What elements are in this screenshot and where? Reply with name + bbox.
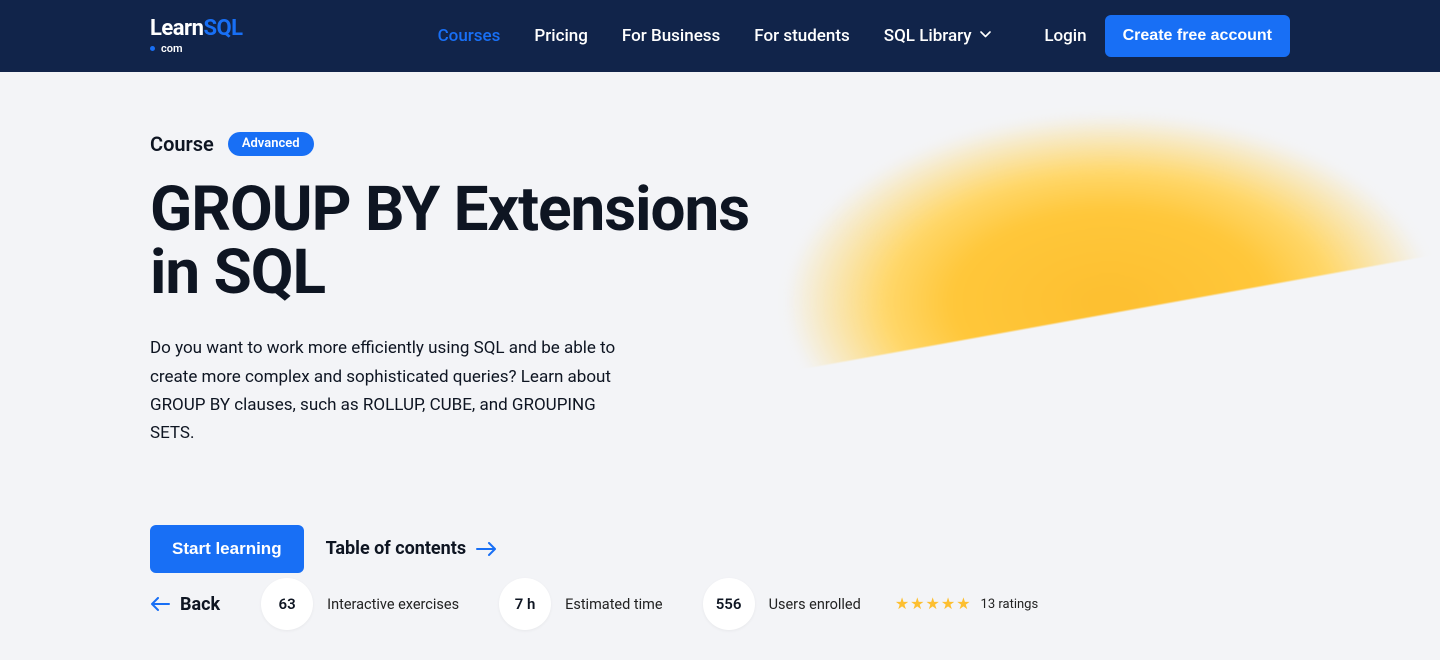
auth-controls: Login Create free account: [1044, 15, 1290, 57]
logo-dot-icon: [150, 46, 155, 51]
rating-stars: ★ ★ ★ ★ ★: [895, 596, 971, 612]
hero-background-glow: [660, 42, 1440, 562]
toc-label: Table of contents: [326, 538, 467, 559]
star-icon: ★: [926, 596, 940, 612]
stat-enrolled: 556 Users enrolled: [703, 578, 861, 630]
stat-exercises: 63 Interactive exercises: [261, 578, 459, 630]
eyebrow-label: Course: [150, 132, 214, 156]
logo-wordmark: LearnSQL: [150, 18, 243, 40]
start-learning-button[interactable]: Start learning: [150, 525, 304, 573]
nav-sql-library[interactable]: SQL Library: [884, 26, 990, 46]
nav-for-business-label: For Business: [622, 26, 720, 46]
logo-sub-label: com: [161, 43, 183, 54]
logo-subtext: com: [150, 43, 243, 54]
level-badge: Advanced: [228, 132, 314, 156]
site-header: LearnSQL com Courses Pricing For Busines…: [0, 0, 1440, 72]
star-icon: ★: [941, 596, 955, 612]
course-stats-row: Back 63 Interactive exercises 7 h Estima…: [150, 578, 1290, 630]
stat-exercises-value: 63: [261, 578, 313, 630]
cta-row: Start learning Table of contents: [150, 525, 1290, 573]
logo-text-left: Learn: [150, 16, 203, 41]
nav-for-business[interactable]: For Business: [622, 26, 720, 46]
nav-for-students-label: For students: [754, 26, 850, 46]
login-link[interactable]: Login: [1044, 26, 1086, 46]
nav-for-students[interactable]: For students: [754, 26, 850, 46]
back-label: Back: [180, 594, 220, 615]
star-icon: ★: [910, 596, 924, 612]
logo-text-right: SQL: [203, 16, 242, 41]
back-link[interactable]: Back: [150, 594, 220, 615]
arrow-right-icon: [476, 542, 498, 556]
nav-pricing[interactable]: Pricing: [534, 26, 588, 46]
chevron-down-icon: [980, 31, 990, 41]
stat-enrolled-value: 556: [703, 578, 755, 630]
table-of-contents-link[interactable]: Table of contents: [326, 538, 499, 559]
stat-time-label: Estimated time: [565, 596, 662, 613]
course-description: Do you want to work more efficiently usi…: [150, 334, 630, 446]
arrow-left-icon: [150, 597, 170, 611]
hero-section: Course Advanced GROUP BY Extensions in S…: [0, 72, 1440, 660]
stat-enrolled-label: Users enrolled: [769, 596, 861, 613]
star-icon: ★: [895, 596, 909, 612]
stat-time: 7 h Estimated time: [499, 578, 662, 630]
site-logo[interactable]: LearnSQL com: [150, 18, 243, 54]
rating-count: 13 ratings: [981, 597, 1039, 612]
nav-sql-library-label: SQL Library: [884, 26, 972, 46]
nav-courses[interactable]: Courses: [438, 26, 501, 46]
nav-pricing-label: Pricing: [534, 26, 588, 46]
nav-courses-label: Courses: [438, 26, 501, 46]
course-eyebrow: Course Advanced: [150, 132, 1290, 156]
course-title: GROUP BY Extensions in SQL: [150, 178, 770, 304]
stat-time-value: 7 h: [499, 578, 551, 630]
create-account-button[interactable]: Create free account: [1105, 15, 1290, 57]
star-icon: ★: [956, 596, 970, 612]
primary-nav: Courses Pricing For Business For student…: [438, 26, 990, 46]
stat-exercises-label: Interactive exercises: [327, 596, 459, 613]
course-rating: ★ ★ ★ ★ ★ 13 ratings: [895, 596, 1038, 612]
